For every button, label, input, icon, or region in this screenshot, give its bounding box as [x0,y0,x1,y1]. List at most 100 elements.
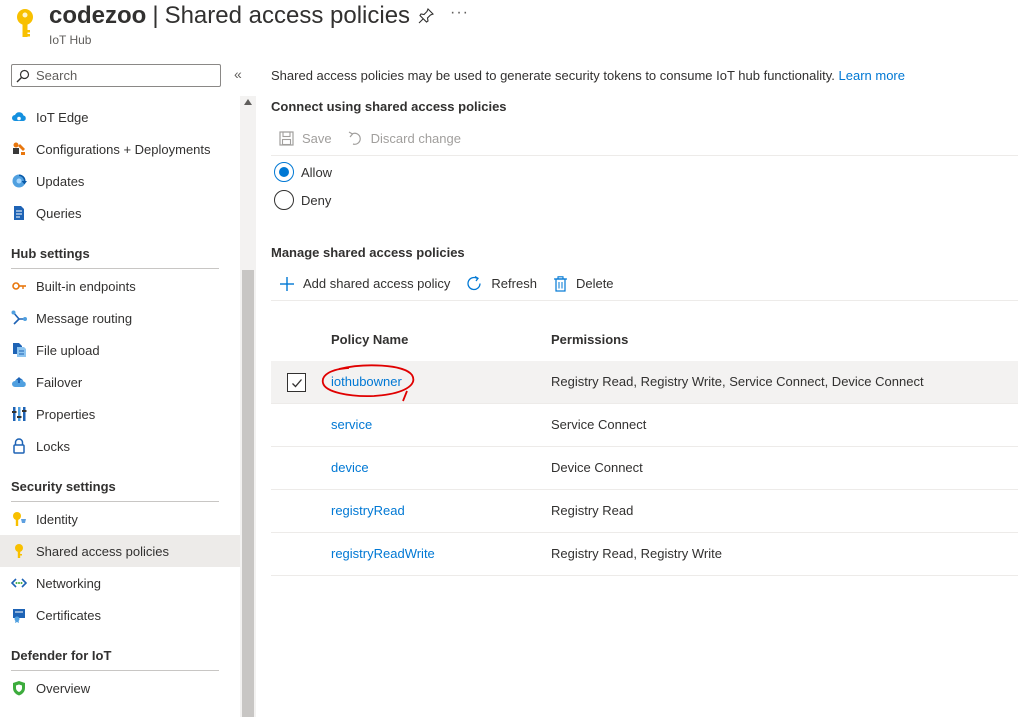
section-defender-for-iot: Defender for IoT [11,648,219,671]
failover-icon [12,377,26,387]
delete-label: Delete [575,276,614,291]
sidebar-scrollbar[interactable] [240,96,256,717]
search-input[interactable]: Search [11,64,221,87]
sidebar-item-label: Shared access policies [36,543,169,559]
sidebar-item-iot-edge[interactable]: IoT Edge [0,101,240,133]
sidebar-item-queries[interactable]: Queries [0,197,240,229]
refresh-button[interactable]: Refresh [466,275,537,292]
sidebar-item-label: IoT Edge [36,109,89,125]
policy-name-link[interactable]: iothubowner [331,374,402,389]
lock-icon [13,438,25,454]
connect-section-title: Connect using shared access policies [271,99,507,114]
properties-icon [12,407,27,421]
radio-allow-label: Allow [301,164,333,180]
add-shared-access-policy-button[interactable]: Add shared access policy [279,276,450,292]
table-row[interactable]: registryRead Registry Read [271,490,1018,533]
key-icon [17,9,33,37]
learn-more-link[interactable]: Learn more [839,68,905,83]
sidebar-item-label: Queries [36,205,82,221]
identity-icon [13,512,26,526]
sidebar-item-identity[interactable]: Identity [0,503,240,535]
row-checkbox[interactable] [287,373,306,392]
sidebar-item-message-routing[interactable]: Message routing [0,302,240,334]
search-icon [16,69,30,82]
collapse-sidebar-button[interactable]: « [234,66,242,82]
scroll-up-arrow-icon[interactable] [244,99,252,105]
sidebar-item-label: Overview [36,680,91,696]
sidebar-item-file-upload[interactable]: File upload [0,334,240,366]
policies-table: Policy Name Permissions iothubowner Regi… [271,323,1018,576]
sidebar-item-label: Networking [36,575,102,591]
sidebar-item-label: Message routing [36,310,133,326]
save-button[interactable]: Save [279,131,332,146]
sidebar-item-label: Properties [36,406,96,422]
radio-allow-button[interactable] [274,162,294,182]
sidebar-item-networking[interactable]: Networking [0,567,240,599]
shield-icon [13,681,25,696]
table-row[interactable]: registryReadWrite Registry Read, Registr… [271,533,1018,576]
save-label: Save [302,131,332,146]
sidebar-item-label: Identity [36,511,78,527]
queries-icon [14,206,24,220]
sidebar-item-failover[interactable]: Failover [0,366,240,398]
checkmark-icon [292,379,302,388]
sidebar-item-configurations[interactable]: Configurations + Deployments [0,133,240,165]
refresh-label: Refresh [491,276,537,291]
sidebar-item-certificates[interactable]: Certificates [0,599,240,631]
more-options-button[interactable]: ··· [450,4,469,22]
radio-allow[interactable]: Allow [274,162,332,182]
search-placeholder: Search [36,68,78,83]
radio-deny[interactable]: Deny [274,190,331,210]
manage-section-title: Manage shared access policies [271,245,465,260]
sidebar-item-label: Configurations + Deployments [36,141,211,157]
policy-name-link[interactable]: registryRead [331,503,405,518]
endpoint-icon [12,282,26,290]
scroll-thumb[interactable] [242,270,254,717]
refresh-icon [467,275,482,291]
policy-permissions: Registry Read, Registry Write [551,546,722,561]
networking-icon [11,578,27,588]
sidebar-item-shared-access-policies[interactable]: Shared access policies [0,535,240,567]
sidebar-item-label: Failover [36,374,83,390]
trash-icon [553,275,567,292]
pin-icon[interactable] [418,8,434,24]
radio-deny-button[interactable] [274,190,294,210]
undo-icon [348,131,361,145]
blade-title: Shared access policies [164,2,411,29]
table-row[interactable]: device Device Connect [271,447,1018,490]
page-title: codezoo | Shared access policies [49,2,410,30]
main-content: Shared access policies may be used to ge… [271,58,1018,717]
sidebar-item-locks[interactable]: Locks [0,430,240,462]
file-upload-icon [13,343,26,357]
discard-change-button[interactable]: Discard change [348,131,461,146]
configuration-icon [13,142,25,155]
column-header-policy-name[interactable]: Policy Name [331,332,408,347]
resource-type: IoT Hub [49,33,92,47]
sidebar-item-built-in-endpoints[interactable]: Built-in endpoints [0,270,240,302]
table-row[interactable]: iothubowner Registry Read, Registry Writ… [271,361,1018,404]
policy-name-link[interactable]: service [331,417,372,432]
sidebar-item-overview[interactable]: Overview [0,672,240,704]
sidebar-item-properties[interactable]: Properties [0,398,240,430]
delete-button[interactable]: Delete [553,275,614,292]
policy-name-link[interactable]: registryReadWrite [331,546,435,561]
sidebar-item-label: Locks [36,438,70,454]
policy-name-link[interactable]: device [331,460,369,475]
resource-name: codezoo [49,2,147,29]
manage-toolbar: Add shared access policy Refresh Delete [271,267,1018,301]
sidebar-item-label: Updates [36,173,85,189]
sidebar-item-updates[interactable]: Updates [0,165,240,197]
sidebar-item-label: Certificates [36,607,102,623]
table-row[interactable]: service Service Connect [271,404,1018,447]
section-hub-settings: Hub settings [11,246,219,269]
connect-toolbar: Save Discard change [271,122,1018,156]
policy-permissions: Registry Read [551,503,634,518]
updates-icon [12,174,27,188]
sidebar-item-label: File upload [36,342,100,358]
certificate-icon [13,609,25,623]
discard-label: Discard change [370,131,461,146]
column-header-permissions[interactable]: Permissions [551,332,628,347]
page-header: codezoo | Shared access policies ··· IoT… [0,0,1018,58]
add-policy-label: Add shared access policy [303,276,451,291]
policy-permissions: Device Connect [551,460,643,475]
